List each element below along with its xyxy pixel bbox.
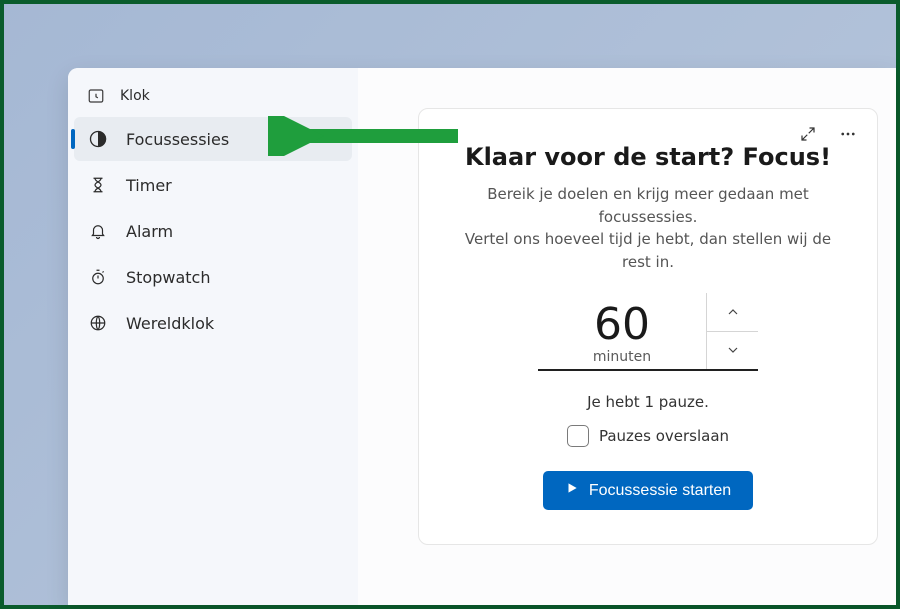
- focus-headline: Klaar voor de start? Focus!: [453, 143, 843, 171]
- duration-decrease-button[interactable]: [707, 332, 758, 370]
- sidebar-item-label: Timer: [126, 176, 172, 195]
- globe-icon: [88, 313, 108, 333]
- play-icon: [565, 481, 579, 500]
- skip-breaks-row: Pauzes overslaan: [453, 425, 843, 447]
- compact-view-button[interactable]: [791, 119, 825, 149]
- sidebar-item-label: Wereldklok: [126, 314, 214, 333]
- sidebar-item-label: Stopwatch: [126, 268, 210, 287]
- sidebar-item-label: Focussessies: [126, 130, 229, 149]
- stepper-buttons: [706, 293, 758, 369]
- clock-app-icon: [86, 86, 106, 106]
- break-info: Je hebt 1 pauze.: [453, 393, 843, 411]
- sidebar-item-stopwatch[interactable]: Stopwatch: [74, 255, 352, 299]
- start-focus-label: Focussessie starten: [589, 482, 731, 500]
- sidebar-item-label: Alarm: [126, 222, 173, 241]
- start-focus-button[interactable]: Focussessie starten: [543, 471, 753, 510]
- app-title: Klok: [120, 88, 150, 104]
- sidebar: Klok Focussessies Timer Alarm Stopwatch: [68, 68, 358, 605]
- main-content: Klaar voor de start? Focus! Bereik je do…: [358, 68, 896, 605]
- focus-start-card: Klaar voor de start? Focus! Bereik je do…: [418, 108, 878, 545]
- sidebar-item-wereldklok[interactable]: Wereldklok: [74, 301, 352, 345]
- duration-unit: minuten: [538, 349, 706, 365]
- focus-subtext-line2: Vertel ons hoeveel tijd je hebt, dan ste…: [453, 228, 843, 273]
- sidebar-item-alarm[interactable]: Alarm: [74, 209, 352, 253]
- app-title-row: Klok: [68, 76, 358, 116]
- sidebar-item-timer[interactable]: Timer: [74, 163, 352, 207]
- bell-icon: [88, 221, 108, 241]
- duration-increase-button[interactable]: [707, 293, 758, 332]
- focus-icon: [88, 129, 108, 149]
- duration-value: 60: [538, 303, 706, 347]
- focus-subtext: Bereik je doelen en krijg meer gedaan me…: [453, 183, 843, 273]
- sidebar-item-focussessies[interactable]: Focussessies: [74, 117, 352, 161]
- hourglass-icon: [88, 175, 108, 195]
- clock-app-window: Klok Focussessies Timer Alarm Stopwatch: [68, 68, 896, 605]
- skip-breaks-label: Pauzes overslaan: [599, 427, 729, 445]
- skip-breaks-checkbox[interactable]: [567, 425, 589, 447]
- card-actions: [791, 119, 865, 149]
- duration-stepper: 60 minuten: [538, 293, 758, 371]
- focus-subtext-line1: Bereik je doelen en krijg meer gedaan me…: [453, 183, 843, 228]
- more-options-button[interactable]: [831, 119, 865, 149]
- stopwatch-icon: [88, 267, 108, 287]
- duration-display[interactable]: 60 minuten: [538, 293, 706, 369]
